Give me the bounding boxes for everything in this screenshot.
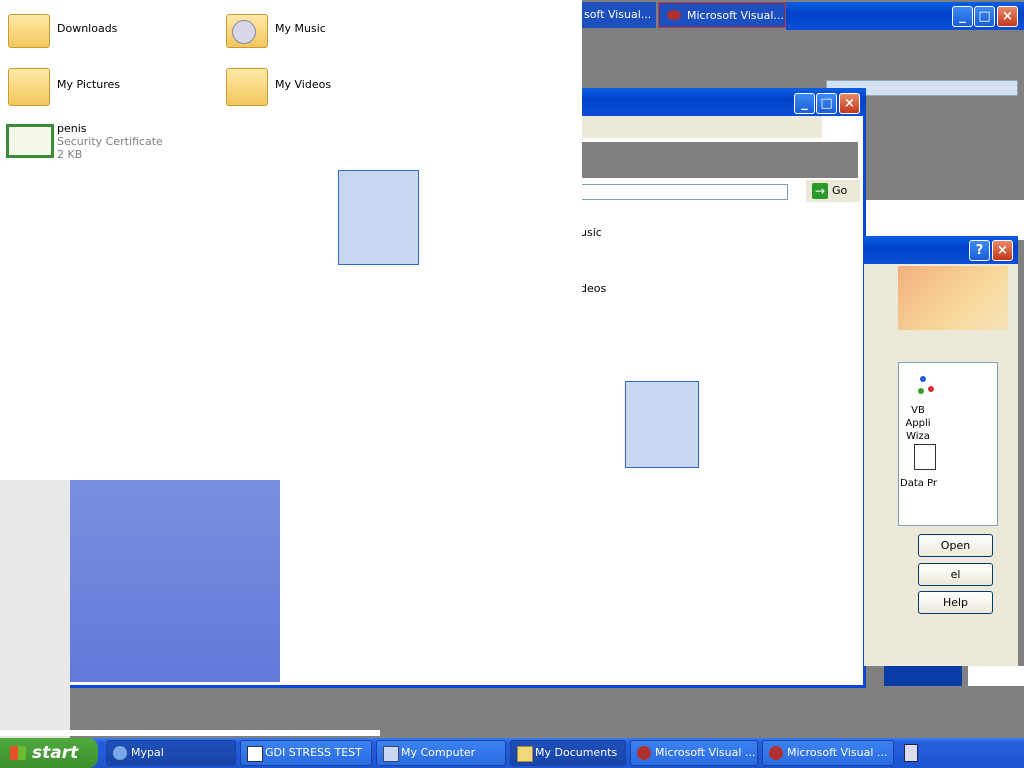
dialog-bottom-blue: [884, 666, 962, 686]
my-videos-item[interactable]: My Videos: [224, 62, 364, 110]
bg-maximize-button[interactable]: □: [974, 6, 995, 27]
vb-wizard-icon[interactable]: [916, 372, 940, 398]
cd-icon: [232, 20, 256, 44]
address-input[interactable]: [580, 184, 788, 200]
desktop-gray-strip: [0, 480, 70, 740]
help-titlebar-button[interactable]: ?: [969, 240, 990, 261]
explorer-minimize-button[interactable]: _: [794, 93, 815, 114]
certificate-name: penis: [57, 122, 87, 135]
bg-tab-2[interactable]: Microsoft Visual...: [658, 2, 786, 28]
videos-folder-icon: [226, 68, 268, 106]
folder-icon: [8, 14, 50, 48]
dialog-bottom-white: [968, 666, 1024, 686]
bg-minimize-button[interactable]: _: [952, 6, 973, 27]
my-pictures-label: My Pictures: [57, 78, 121, 91]
data-project-icon[interactable]: [914, 444, 936, 470]
visual-studio-icon: [769, 746, 783, 760]
visual-studio-icon: [637, 746, 651, 760]
explorer-toolbar: [580, 142, 858, 178]
downloads-item[interactable]: Downloads: [6, 10, 146, 50]
taskbar-button-visual-studio-1[interactable]: Microsoft Visual ...: [630, 740, 758, 766]
visual-studio-icon: [667, 10, 681, 20]
certificate-icon: [6, 124, 54, 158]
explorer-close-button[interactable]: ×: [839, 93, 860, 114]
certificate-type: Security Certificate: [57, 135, 163, 148]
task-pane: [70, 480, 280, 682]
taskbar-button-gdi-stress-test[interactable]: GDI STRESS TEST: [240, 740, 372, 766]
vb-wizard-label: VB Appli Wiza: [905, 405, 931, 442]
certificate-item[interactable]: penis Security Certificate 2 KB: [4, 120, 184, 164]
bg-tab-1[interactable]: soft Visual...: [580, 2, 656, 28]
partial-label-videos: deos: [580, 282, 607, 295]
downloads-label: Downloads: [57, 22, 118, 35]
pictures-folder-icon: [8, 68, 50, 106]
cancel-button[interactable]: el: [918, 563, 993, 586]
bg-panel-white: [864, 200, 1024, 240]
mypal-icon: [113, 746, 127, 760]
go-arrow-icon: →: [812, 183, 828, 199]
data-project-label: Data Pr: [900, 478, 938, 489]
taskbar-button-visual-studio-2[interactable]: Microsoft Visual ...: [762, 740, 894, 766]
selection-rectangle: [338, 170, 419, 265]
bg-close-button[interactable]: ×: [997, 6, 1018, 27]
certificate-size: 2 KB: [57, 148, 83, 161]
help-button[interactable]: Help: [918, 591, 993, 614]
my-music-label: My Music: [275, 22, 326, 35]
documents-icon: [517, 746, 533, 762]
open-button[interactable]: Open: [918, 534, 993, 557]
my-music-item[interactable]: My Music: [224, 6, 364, 52]
computer-icon: [383, 746, 399, 762]
dialog-banner-image: [898, 266, 1008, 330]
tray-icon[interactable]: [904, 744, 918, 762]
explorer-maximize-button[interactable]: □: [816, 93, 837, 114]
project-list: [898, 362, 998, 526]
dialog-close-button[interactable]: ×: [992, 240, 1013, 261]
windows-logo-icon: [10, 746, 26, 760]
partial-label-music: usic: [580, 226, 602, 239]
taskbar-button-mypal[interactable]: Mypal: [106, 740, 236, 766]
taskbar-button-my-documents[interactable]: My Documents: [510, 740, 626, 766]
explorer-menubar: [580, 116, 822, 138]
desktop-bottom-strip: [0, 730, 380, 736]
start-button[interactable]: start: [0, 738, 98, 768]
selection-rectangle: [625, 381, 699, 468]
go-button[interactable]: → Go: [806, 180, 860, 202]
taskbar-button-my-computer[interactable]: My Computer: [376, 740, 506, 766]
my-pictures-item[interactable]: My Pictures: [6, 62, 146, 110]
app-icon: [247, 746, 263, 762]
my-videos-label: My Videos: [275, 78, 332, 91]
